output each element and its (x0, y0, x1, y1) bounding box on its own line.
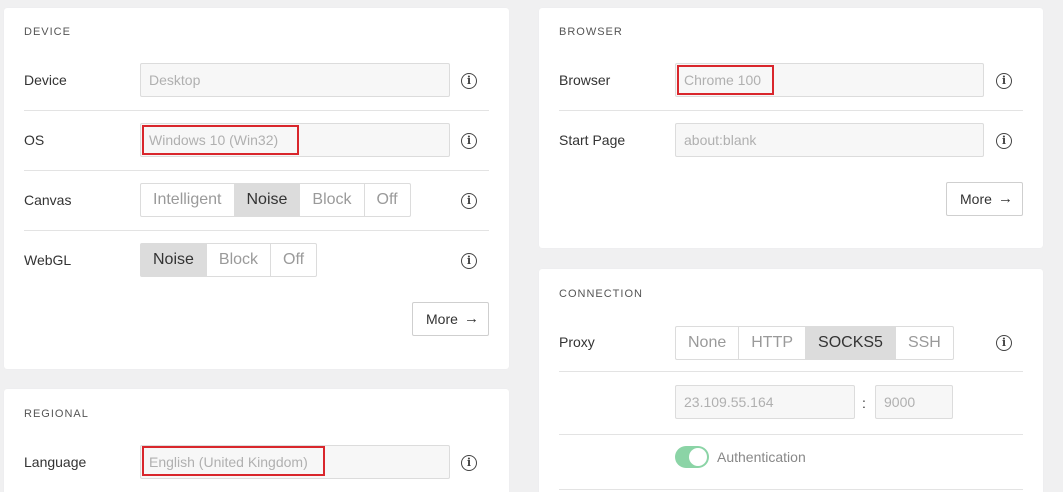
divider (559, 371, 1023, 372)
divider (559, 110, 1023, 111)
canvas-option-intelligent[interactable]: Intelligent (141, 184, 235, 216)
device-field[interactable]: Desktop (140, 63, 450, 97)
proxy-port-field[interactable]: 9000 (875, 385, 953, 419)
authentication-label: Authentication (717, 449, 806, 465)
info-icon[interactable]: i (461, 193, 477, 209)
connection-card: CONNECTION Proxy None HTTP SOCKS5 SSH i … (539, 269, 1043, 492)
device-section-title: DEVICE (24, 26, 71, 38)
webgl-option-off[interactable]: Off (271, 244, 316, 276)
info-icon[interactable]: i (461, 73, 477, 89)
os-field[interactable]: Windows 10 (Win32) (140, 123, 450, 157)
info-icon[interactable]: i (996, 133, 1012, 149)
proxy-option-socks5[interactable]: SOCKS5 (806, 327, 896, 359)
proxy-segmented-control: None HTTP SOCKS5 SSH (675, 326, 954, 360)
info-icon[interactable]: i (461, 253, 477, 269)
divider (24, 110, 489, 111)
webgl-option-noise[interactable]: Noise (141, 244, 207, 276)
proxy-host-field[interactable]: 23.109.55.164 (675, 385, 855, 419)
device-card: DEVICE Device Desktop i OS Windows 10 (W… (4, 8, 509, 369)
more-button-label: More (426, 311, 458, 327)
webgl-option-block[interactable]: Block (207, 244, 272, 276)
browser-label: Browser (559, 72, 611, 88)
canvas-option-off[interactable]: Off (365, 184, 410, 216)
regional-card: REGIONAL Language English (United Kingdo… (4, 389, 509, 492)
language-label: Language (24, 454, 87, 470)
start-page-label: Start Page (559, 132, 626, 148)
webgl-segmented-control: Noise Block Off (140, 243, 318, 277)
divider (559, 434, 1023, 435)
divider (24, 170, 489, 171)
connection-section-title: CONNECTION (559, 288, 643, 300)
device-more-button[interactable]: More → (412, 302, 489, 336)
proxy-label: Proxy (559, 334, 595, 350)
arrow-right-icon: → (464, 310, 479, 327)
info-icon[interactable]: i (461, 455, 477, 471)
browser-more-button[interactable]: More → (946, 182, 1023, 216)
browser-section-title: BROWSER (559, 26, 623, 38)
proxy-option-ssh[interactable]: SSH (896, 327, 953, 359)
canvas-option-noise[interactable]: Noise (234, 184, 301, 216)
proxy-option-http[interactable]: HTTP (739, 327, 807, 359)
canvas-label: Canvas (24, 192, 72, 208)
browser-field[interactable]: Chrome 100 (675, 63, 984, 97)
arrow-right-icon: → (998, 190, 1013, 207)
proxy-option-none[interactable]: None (676, 327, 740, 359)
toggle-knob (689, 448, 707, 466)
info-icon[interactable]: i (461, 133, 477, 149)
canvas-segmented-control: Intelligent Noise Block Off (140, 183, 411, 217)
canvas-option-block[interactable]: Block (300, 184, 365, 216)
language-field[interactable]: English (United Kingdom) (140, 445, 450, 479)
divider (24, 230, 489, 231)
browser-card: BROWSER Browser Chrome 100 i Start Page … (539, 8, 1043, 248)
webgl-label: WebGL (24, 252, 72, 268)
info-icon[interactable]: i (996, 335, 1012, 351)
more-button-label: More (960, 191, 992, 207)
divider (559, 489, 1023, 490)
device-label: Device (24, 72, 67, 88)
regional-section-title: REGIONAL (24, 408, 89, 420)
authentication-toggle[interactable] (675, 446, 709, 468)
host-port-separator: : (862, 395, 866, 411)
info-icon[interactable]: i (996, 73, 1012, 89)
os-label: OS (24, 132, 45, 148)
start-page-field[interactable]: about:blank (675, 123, 984, 157)
